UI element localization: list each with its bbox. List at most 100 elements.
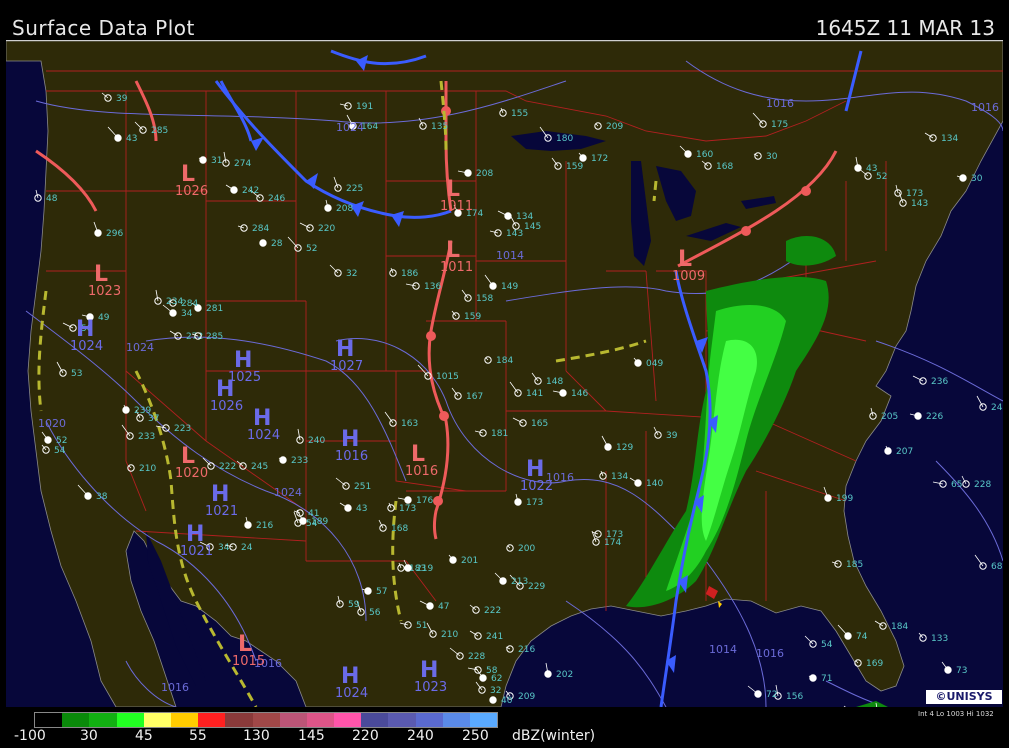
- legend-swatch: [442, 713, 470, 727]
- station-circle: [94, 229, 102, 237]
- station-value: 38: [96, 492, 108, 502]
- station-circle: [44, 436, 52, 444]
- station-circle: [84, 492, 92, 500]
- station-value: 186: [401, 269, 418, 279]
- legend-swatch: [388, 713, 416, 727]
- isobar-label: 1024: [126, 341, 154, 354]
- station-value: 173: [526, 498, 543, 508]
- station-value: 176: [416, 496, 433, 506]
- station-value: 54: [821, 640, 833, 650]
- legend-swatch: [334, 713, 362, 727]
- station-value: 202: [556, 670, 573, 680]
- station-value: 72: [766, 690, 777, 700]
- station-value: 201: [461, 556, 478, 566]
- station-value: 168: [391, 524, 408, 534]
- legend-label: 55: [189, 728, 207, 744]
- pressure-value: 1015: [232, 654, 265, 669]
- station-circle: [244, 521, 252, 529]
- station-value: 209: [606, 122, 623, 132]
- station-value: 233: [291, 456, 308, 466]
- station-value: 223: [174, 424, 191, 434]
- station-circle: [199, 156, 207, 164]
- station-circle: [844, 632, 852, 640]
- station-circle: [559, 389, 567, 397]
- station-circle: [684, 150, 692, 158]
- pressure-value: 1024: [335, 686, 368, 701]
- station-value: 155: [511, 109, 528, 119]
- legend-swatch: [89, 713, 117, 727]
- station-value: 134: [611, 472, 628, 482]
- station-value: 228: [468, 652, 485, 662]
- legend-swatch: [415, 713, 443, 727]
- title-bar: Surface Data Plot 1645Z 11 MAR 13: [6, 6, 1003, 41]
- station-circle: [324, 204, 332, 212]
- station-value: 222: [484, 606, 501, 616]
- isobar-label: 1024: [274, 486, 302, 499]
- station-value: 169: [866, 659, 883, 669]
- station-circle: [579, 154, 587, 162]
- valid-time: 1645Z 11 MAR 13: [815, 16, 995, 40]
- station-value: 222: [219, 462, 236, 472]
- legend-swatch: [116, 713, 144, 727]
- station-value: 141: [526, 389, 543, 399]
- station-circle: [514, 498, 522, 506]
- station-value: 47: [438, 602, 449, 612]
- station-circle: [169, 309, 177, 317]
- legend-swatch: [143, 713, 171, 727]
- station-value: 205: [881, 412, 898, 422]
- legend-label: 30: [80, 728, 98, 744]
- station-value: 40: [501, 696, 513, 706]
- pressure-value: 1023: [88, 284, 121, 299]
- station-value: 129: [616, 443, 633, 453]
- station-value: 242: [242, 186, 259, 196]
- station-value: 181: [491, 429, 508, 439]
- station-circle: [634, 359, 642, 367]
- station-value: 1015: [436, 372, 459, 382]
- station-value: 149: [501, 282, 518, 292]
- pressure-value: 1021: [205, 504, 238, 519]
- isobar-label: 1016: [766, 97, 794, 110]
- station-value: 172: [591, 154, 608, 164]
- station-value: 228: [974, 480, 991, 490]
- station-value: 52: [876, 172, 887, 182]
- station-value: 51: [416, 621, 427, 631]
- isobar-label: 1016: [756, 647, 784, 660]
- station-value: 163: [401, 419, 418, 429]
- legend-swatch: [252, 713, 280, 727]
- station-value: 210: [441, 630, 458, 640]
- station-value: 159: [464, 312, 481, 322]
- station-circle: [824, 494, 832, 502]
- legend-swatch: [470, 713, 498, 727]
- station-value: 32: [490, 686, 501, 696]
- station-value: 226: [926, 412, 943, 422]
- station-circle: [299, 517, 307, 525]
- station-value: 281: [206, 304, 223, 314]
- station-value: 213: [511, 577, 528, 587]
- station-value: 167: [466, 392, 483, 402]
- pressure-value: 1024: [247, 428, 280, 443]
- station-value: 185: [846, 560, 863, 570]
- station-value: 173: [399, 504, 416, 514]
- station-value: 49: [98, 313, 110, 323]
- legend-label: 220: [352, 728, 379, 744]
- station-circle: [364, 587, 372, 595]
- legend-label: -100: [14, 728, 46, 744]
- station-circle: [544, 670, 552, 678]
- pressure-value: 1011: [440, 260, 473, 275]
- station-value: 53: [71, 369, 82, 379]
- station-value: 73: [956, 666, 967, 676]
- station-value: 30: [766, 152, 778, 162]
- station-value: 209: [518, 692, 535, 702]
- legend-swatch: [198, 713, 226, 727]
- station-value: 233: [138, 432, 155, 442]
- pressure-value: 1016: [335, 449, 368, 464]
- station-value: 225: [346, 184, 363, 194]
- station-value: 34: [181, 309, 193, 319]
- station-value: 68: [991, 562, 1003, 572]
- legend-unit: dBZ(winter): [512, 728, 596, 744]
- station-value: 296: [106, 229, 123, 239]
- legend-swatch: [279, 713, 307, 727]
- station-value: 208: [476, 169, 493, 179]
- station-value: 239: [134, 406, 151, 416]
- station-value: 241: [486, 632, 503, 642]
